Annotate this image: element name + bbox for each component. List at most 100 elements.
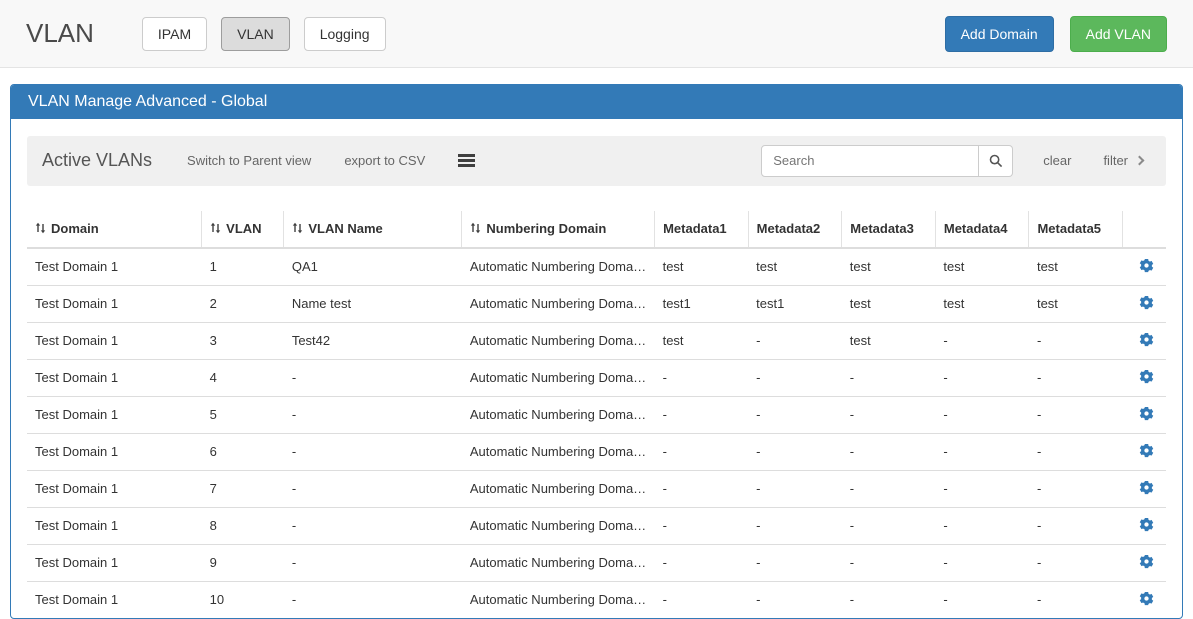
table-row: Test Domain 19-Automatic Numbering Doma…… — [27, 544, 1166, 581]
cell-domain: Test Domain 1 — [27, 507, 202, 544]
table-row: Test Domain 11QA1Automatic Numbering Dom… — [27, 248, 1166, 286]
gear-icon[interactable] — [1139, 369, 1154, 384]
cell-metadata4: - — [935, 433, 1029, 470]
export-csv-link[interactable]: export to CSV — [344, 153, 425, 168]
cell-metadata4: - — [935, 396, 1029, 433]
chevron-right-icon — [1135, 155, 1145, 165]
add-domain-button[interactable]: Add Domain — [945, 16, 1054, 52]
panel-heading: VLAN Manage Advanced - Global — [11, 85, 1182, 119]
cell-domain: Test Domain 1 — [27, 433, 202, 470]
switch-parent-view-link[interactable]: Switch to Parent view — [187, 153, 311, 168]
cell-vlan: 5 — [202, 396, 284, 433]
column-header-metadata4: Metadata4 — [935, 211, 1029, 248]
cell-vlan: 2 — [202, 285, 284, 322]
table-row: Test Domain 13Test42Automatic Numbering … — [27, 322, 1166, 359]
filter-link[interactable]: filter — [1103, 153, 1143, 168]
add-vlan-button[interactable]: Add VLAN — [1070, 16, 1167, 52]
gear-icon[interactable] — [1139, 591, 1154, 606]
cell-actions — [1123, 544, 1166, 581]
cell-vlan_name: - — [284, 433, 462, 470]
column-header-numbering_domain[interactable]: Numbering Domain — [462, 211, 655, 248]
table-row: Test Domain 14-Automatic Numbering Doma…… — [27, 359, 1166, 396]
cell-numbering_domain: Automatic Numbering Doma… — [462, 359, 655, 396]
cell-domain: Test Domain 1 — [27, 285, 202, 322]
cell-vlan: 3 — [202, 322, 284, 359]
table-row: Test Domain 15-Automatic Numbering Doma…… — [27, 396, 1166, 433]
cell-vlan: 1 — [202, 248, 284, 286]
gear-icon[interactable] — [1139, 295, 1154, 310]
cell-metadata2: - — [748, 322, 842, 359]
cell-metadata3: test — [842, 322, 936, 359]
gear-icon[interactable] — [1139, 258, 1154, 273]
sort-icon — [35, 222, 46, 237]
vlan-panel: VLAN Manage Advanced - Global Active VLA… — [10, 84, 1183, 619]
cell-metadata5: - — [1029, 581, 1123, 618]
column-header-domain[interactable]: Domain — [27, 211, 202, 248]
gear-icon[interactable] — [1139, 443, 1154, 458]
sort-icon — [470, 222, 481, 237]
column-label: Metadata1 — [663, 221, 727, 236]
table-header-row: Domain VLAN VLAN Name Numbering Domain Me… — [27, 211, 1166, 248]
cell-numbering_domain: Automatic Numbering Doma… — [462, 396, 655, 433]
column-label: Metadata5 — [1037, 221, 1101, 236]
cell-metadata1: - — [655, 581, 749, 618]
column-header-metadata3: Metadata3 — [842, 211, 936, 248]
table-row: Test Domain 12Name testAutomatic Numberi… — [27, 285, 1166, 322]
cell-metadata2: - — [748, 359, 842, 396]
column-label: Domain — [51, 221, 99, 236]
table-row: Test Domain 16-Automatic Numbering Doma…… — [27, 433, 1166, 470]
search-input[interactable] — [761, 145, 979, 177]
vlan-table: Domain VLAN VLAN Name Numbering Domain Me… — [27, 211, 1166, 618]
cell-metadata1: - — [655, 544, 749, 581]
cell-numbering_domain: Automatic Numbering Doma… — [462, 507, 655, 544]
cell-domain: Test Domain 1 — [27, 359, 202, 396]
cell-metadata2: - — [748, 507, 842, 544]
gear-icon[interactable] — [1139, 554, 1154, 569]
gear-icon[interactable] — [1139, 480, 1154, 495]
cell-metadata5: - — [1029, 433, 1123, 470]
cell-metadata3: - — [842, 396, 936, 433]
cell-vlan: 7 — [202, 470, 284, 507]
menu-icon[interactable] — [458, 154, 475, 167]
column-header-vlan[interactable]: VLAN — [202, 211, 284, 248]
cell-metadata4: - — [935, 581, 1029, 618]
search-icon — [989, 154, 1003, 168]
cell-metadata1: test1 — [655, 285, 749, 322]
clear-link[interactable]: clear — [1043, 153, 1071, 168]
column-header-vlan_name[interactable]: VLAN Name — [284, 211, 462, 248]
cell-metadata3: - — [842, 470, 936, 507]
cell-metadata3: - — [842, 359, 936, 396]
gear-icon[interactable] — [1139, 406, 1154, 421]
cell-metadata1: test — [655, 248, 749, 286]
gear-icon[interactable] — [1139, 517, 1154, 532]
cell-numbering_domain: Automatic Numbering Doma… — [462, 322, 655, 359]
cell-vlan: 4 — [202, 359, 284, 396]
topbar: VLAN IPAM VLAN Logging Add Domain Add VL… — [0, 0, 1193, 68]
cell-vlan_name: QA1 — [284, 248, 462, 286]
cell-vlan_name: - — [284, 581, 462, 618]
cell-numbering_domain: Automatic Numbering Doma… — [462, 433, 655, 470]
gear-icon[interactable] — [1139, 332, 1154, 347]
cell-domain: Test Domain 1 — [27, 581, 202, 618]
cell-metadata5: - — [1029, 470, 1123, 507]
cell-vlan_name: - — [284, 359, 462, 396]
nav-button-ipam[interactable]: IPAM — [142, 17, 207, 51]
cell-metadata2: test1 — [748, 285, 842, 322]
cell-metadata5: - — [1029, 359, 1123, 396]
search-button[interactable] — [979, 145, 1013, 177]
cell-metadata4: test — [935, 285, 1029, 322]
nav-button-vlan[interactable]: VLAN — [221, 17, 290, 51]
cell-metadata4: - — [935, 470, 1029, 507]
cell-metadata3: - — [842, 544, 936, 581]
column-header-actions — [1123, 211, 1166, 248]
cell-vlan: 6 — [202, 433, 284, 470]
cell-vlan_name: Name test — [284, 285, 462, 322]
cell-metadata1: - — [655, 470, 749, 507]
cell-metadata5: - — [1029, 544, 1123, 581]
cell-actions — [1123, 470, 1166, 507]
nav-button-logging[interactable]: Logging — [304, 17, 386, 51]
cell-vlan: 10 — [202, 581, 284, 618]
cell-actions — [1123, 248, 1166, 286]
cell-actions — [1123, 581, 1166, 618]
cell-vlan_name: - — [284, 470, 462, 507]
